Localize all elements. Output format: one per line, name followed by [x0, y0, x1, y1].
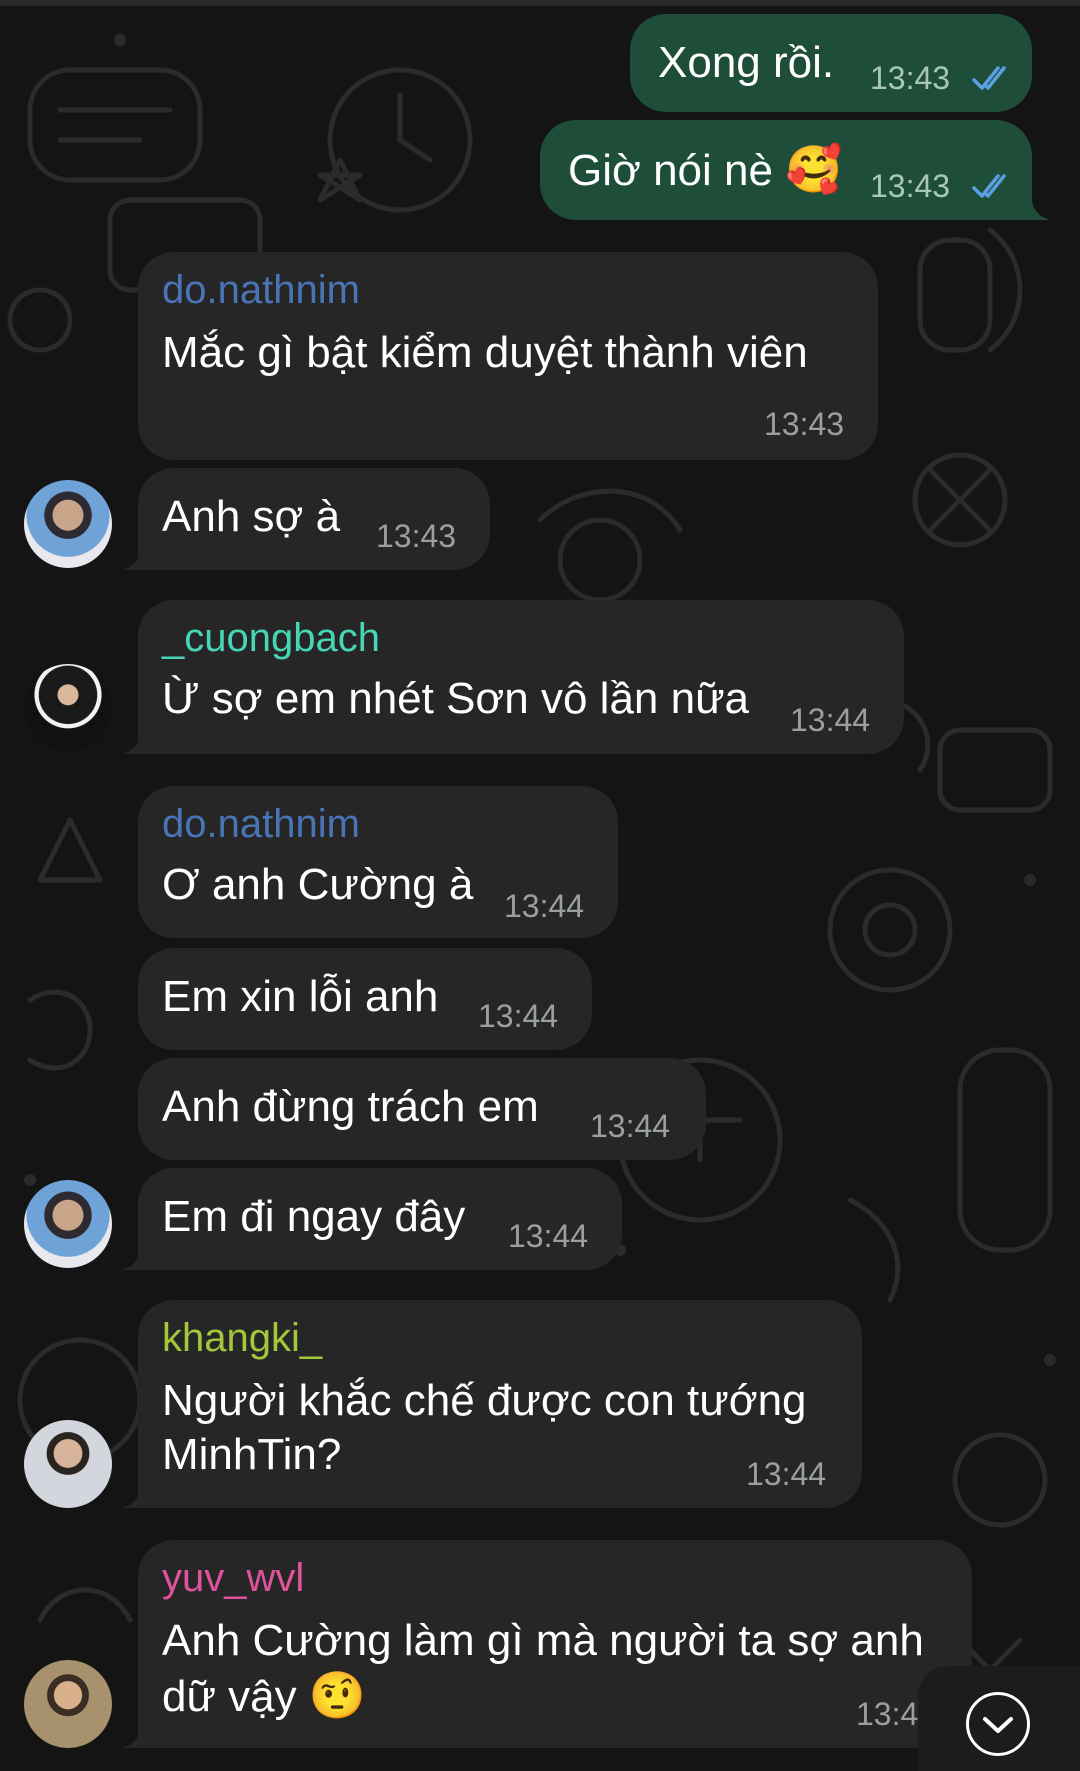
message-bubble-incoming[interactable]: Anh sợ à 13:43 — [138, 468, 490, 570]
message-time: 13:43 — [376, 518, 457, 554]
message-time: 13:44 — [746, 1456, 827, 1492]
bubble-tail — [122, 1478, 148, 1508]
message-text: Anh sợ à — [162, 492, 341, 541]
message-time: 13:4 — [856, 1696, 919, 1732]
smiling-face-with-hearts-emoji: 🥰 — [785, 143, 843, 195]
chevron-down-icon — [983, 1717, 1013, 1733]
message-text: Giờ nói nè 🥰 — [568, 143, 843, 195]
sender-name[interactable]: do.nathnim — [162, 802, 360, 846]
read-check-icon — [972, 174, 1006, 198]
bubble-tail — [1024, 190, 1050, 220]
message-bubble-incoming[interactable]: _cuongbach Ừ sợ em nhét Sơn vô lần nữa 1… — [138, 600, 904, 754]
scroll-to-bottom-button[interactable] — [918, 1666, 1080, 1771]
message-text-line-2: MinhTin? — [162, 1430, 342, 1479]
bubble-tail — [122, 540, 148, 570]
message-text: Ừ sợ em nhét Sơn vô lần nữa — [162, 674, 750, 723]
bubble-tail — [122, 724, 148, 754]
message-bubble-incoming[interactable]: Em đi ngay đây 13:44 — [138, 1168, 622, 1270]
message-time: 13:44 — [790, 702, 871, 738]
sender-name[interactable]: do.nathnim — [162, 268, 360, 312]
message-text-line-2: dữ vậy 🤨 — [162, 1669, 367, 1721]
message-bubble-incoming[interactable]: Anh đừng trách em 13:44 — [138, 1058, 706, 1160]
message-bubble-incoming[interactable]: Em xin lỗi anh 13:44 — [138, 948, 592, 1050]
message-text: Mắc gì bật kiểm duyệt thành viên — [162, 328, 808, 377]
message-bubble-incoming[interactable]: do.nathnim Mắc gì bật kiểm duyệt thành v… — [138, 252, 878, 460]
message-text: Xong rồi. — [658, 38, 835, 87]
avatar[interactable] — [24, 480, 112, 568]
message-time: 13:43 — [870, 60, 951, 96]
bubble-tail — [122, 1240, 148, 1270]
message-text-line-1: Anh Cường làm gì mà người ta sợ anh — [162, 1616, 924, 1665]
message-text: Anh đừng trách em — [162, 1082, 539, 1131]
message-text-line-1: Người khắc chế được con tướng — [162, 1376, 807, 1425]
avatar[interactable] — [24, 1420, 112, 1508]
sender-name[interactable]: yuv_wvl — [162, 1556, 304, 1600]
avatar[interactable] — [24, 1180, 112, 1268]
avatar[interactable] — [24, 664, 112, 752]
message-text: Em xin lỗi anh — [162, 972, 439, 1021]
message-time: 13:43 — [870, 168, 951, 204]
face-with-raised-eyebrow-emoji: 🤨 — [308, 1669, 367, 1721]
scroll-circle — [966, 1692, 1030, 1756]
message-text: Ơ anh Cường à — [162, 860, 474, 909]
message-time: 13:43 — [764, 406, 845, 442]
message-time: 13:44 — [478, 998, 559, 1034]
message-bubble-incoming[interactable]: do.nathnim Ơ anh Cường à 13:44 — [138, 786, 618, 938]
message-time: 13:44 — [504, 888, 585, 924]
message-bubble-incoming[interactable]: khangki_ Người khắc chế được con tướng M… — [138, 1300, 862, 1508]
bubble-tail — [122, 1718, 148, 1748]
message-bubble-outgoing[interactable]: Xong rồi. 13:43 — [630, 14, 1032, 112]
message-time: 13:44 — [508, 1218, 589, 1254]
message-bubble-incoming[interactable]: yuv_wvl Anh Cường làm gì mà người ta sợ … — [138, 1540, 972, 1748]
message-bubble-outgoing[interactable]: Giờ nói nè 🥰 13:43 — [540, 120, 1032, 220]
message-text: Em đi ngay đây — [162, 1192, 466, 1241]
message-time: 13:44 — [590, 1108, 671, 1144]
avatar[interactable] — [24, 1660, 112, 1748]
sender-name[interactable]: _cuongbach — [162, 616, 380, 660]
read-check-icon — [972, 66, 1006, 90]
sender-name[interactable]: khangki_ — [162, 1316, 322, 1360]
